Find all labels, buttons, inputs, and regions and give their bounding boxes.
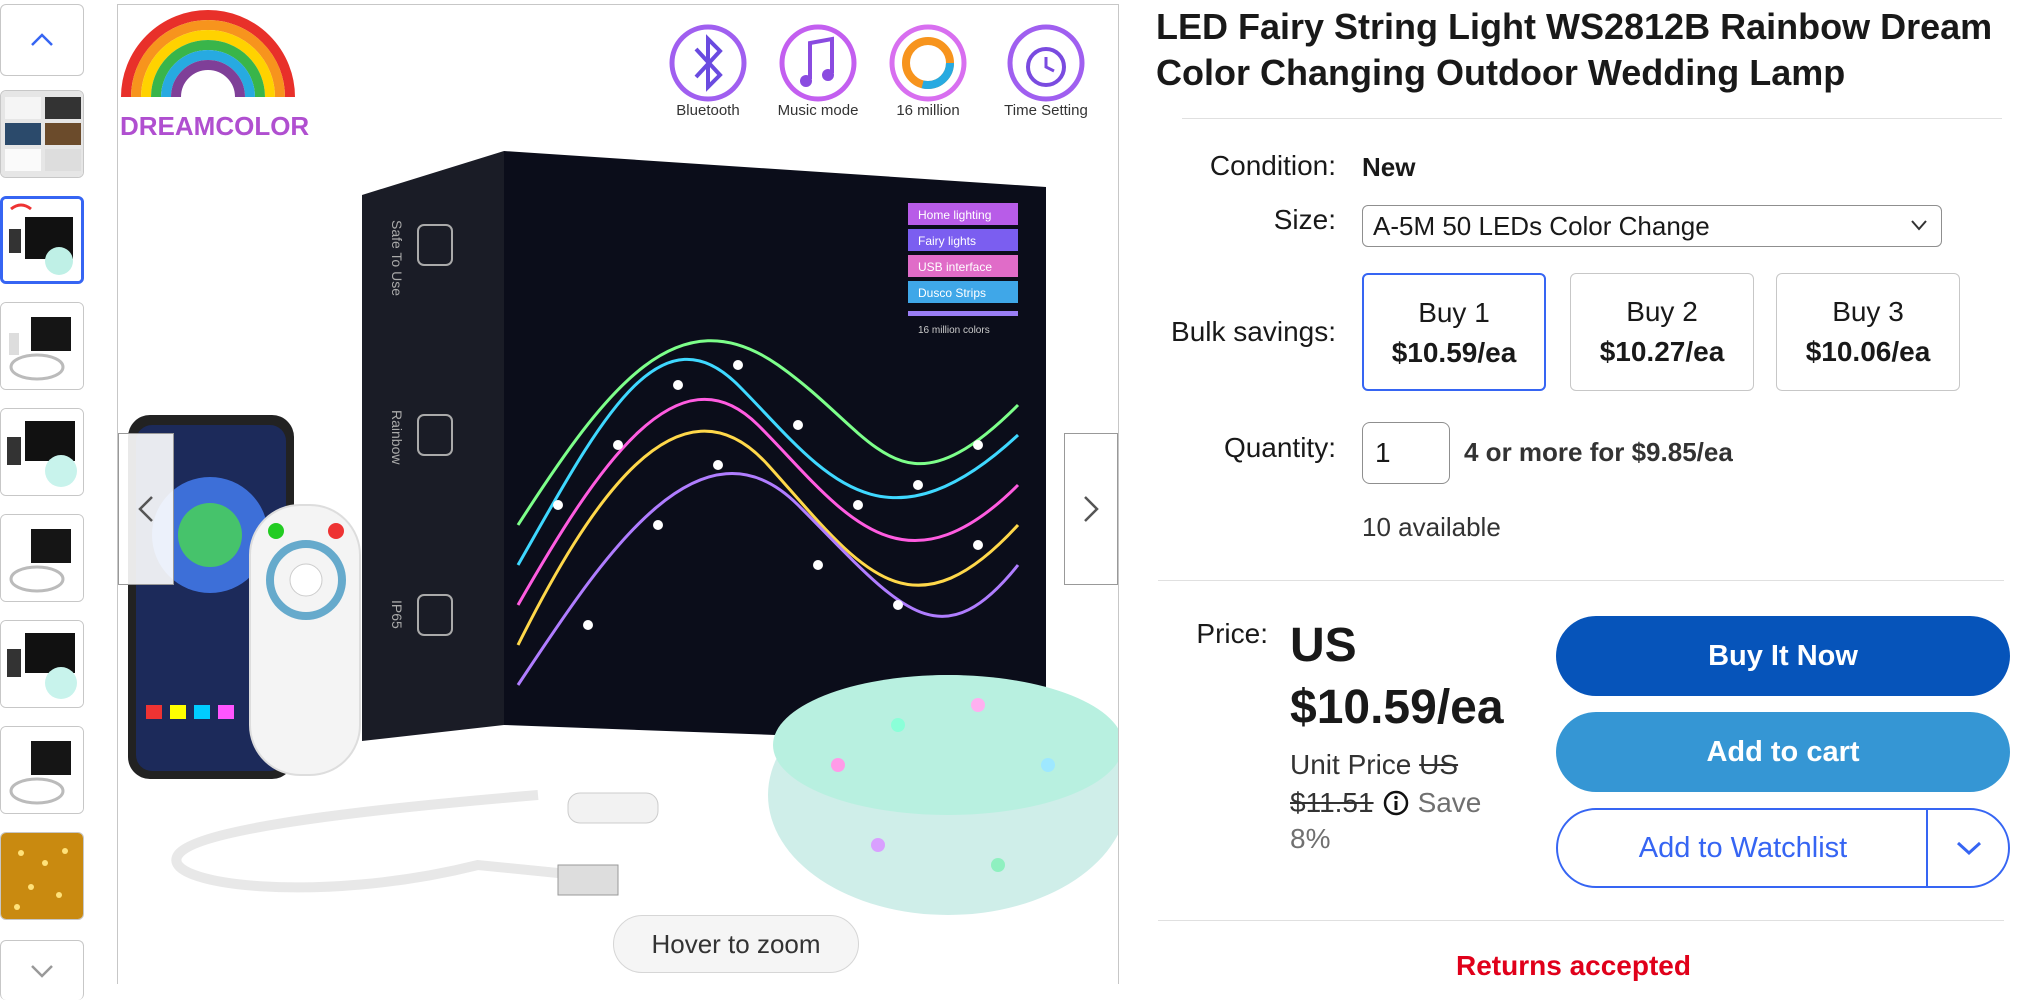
bulk-option-title: Buy 3 — [1832, 296, 1904, 327]
thumbnail-5[interactable] — [0, 514, 84, 602]
box-tag-caption: 16 million colors — [918, 325, 990, 336]
price-currency: US — [1290, 619, 1357, 672]
feature-bluetooth: Bluetooth — [676, 102, 739, 119]
bulk-option-buy-3[interactable]: Buy 3 $10.06/ea — [1776, 273, 1960, 391]
unit-price-label: Unit Price — [1290, 749, 1412, 780]
thumbnail-3[interactable] — [0, 302, 84, 390]
save-text: Save — [1417, 787, 1482, 818]
chevron-down-icon — [31, 964, 53, 978]
quantity-input[interactable]: 1 — [1362, 422, 1450, 484]
thumbnail-4[interactable] — [0, 408, 84, 496]
box-tag-fairy: Fairy lights — [918, 234, 976, 248]
thumbnail-6[interactable] — [0, 620, 84, 708]
listing-title: LED Fairy String Light WS2812B Rainbow D… — [1156, 6, 1993, 93]
size-select[interactable]: A-5M 50 LEDs Color Change — [1362, 205, 1942, 247]
condition-label: Condition: — [1209, 150, 1336, 181]
thumbnail-8[interactable] — [0, 832, 84, 920]
divider — [1926, 810, 1928, 886]
was-price-line: $11.51 Save — [1290, 784, 1481, 822]
bulk-option-price: $10.06/ea — [1805, 336, 1931, 367]
divider — [1158, 580, 2004, 581]
bulk-option-buy-2[interactable]: Buy 2 $10.27/ea — [1570, 273, 1754, 391]
box-side-ip65: IP65 — [389, 600, 405, 629]
main-product-image[interactable]: DREAMCOLOR Bluetooth Music mode 16 milli… — [117, 4, 1119, 984]
chevron-left-icon — [138, 496, 153, 522]
box-side-safe: Safe To Use — [389, 220, 405, 296]
dreamcolor-logo — [121, 10, 295, 98]
info-icon[interactable] — [1382, 789, 1410, 817]
remote-image — [249, 504, 361, 776]
feature-16-million: 16 million — [896, 102, 959, 119]
thumbnail-scroll-up-button[interactable] — [0, 4, 84, 76]
unit-price-line: Unit Price US — [1290, 746, 1458, 784]
box-side-rainbow: Rainbow — [389, 410, 405, 465]
box-tag-usb: USB interface — [918, 260, 992, 274]
usb-cable — [171, 790, 579, 893]
quantity-offer: 4 or more for $9.85/ea — [1464, 437, 1733, 467]
music-note-icon — [779, 24, 857, 102]
divider — [1182, 118, 2002, 119]
feature-time-setting: Time Setting — [1004, 102, 1088, 119]
size-label: Size: — [1273, 204, 1336, 235]
bluetooth-icon — [669, 24, 747, 102]
save-percent: 8% — [1290, 823, 1331, 854]
box-tag-home: Home lighting — [918, 208, 991, 222]
feature-music-mode: Music mode — [778, 102, 859, 119]
thumbnail-2[interactable] — [0, 196, 84, 284]
previous-image-button[interactable] — [118, 433, 174, 585]
buy-it-now-button[interactable]: Buy It Now — [1556, 616, 2010, 696]
thumbnail-1[interactable] — [0, 90, 84, 178]
thumbnail-7[interactable] — [0, 726, 84, 814]
product-photo: DREAMCOLOR Bluetooth Music mode 16 milli… — [120, 10, 1118, 915]
usb-plug — [557, 864, 619, 896]
bulk-option-price: $10.59/ea — [1391, 337, 1517, 368]
string-light-coil — [768, 675, 1118, 915]
price-value: $10.59/ea — [1290, 681, 1504, 734]
bulk-option-price: $10.27/ea — [1599, 336, 1725, 367]
bulk-savings-label: Bulk savings: — [1171, 316, 1336, 347]
was-currency: US — [1419, 749, 1459, 780]
chevron-up-icon — [31, 33, 53, 46]
divider — [1158, 920, 2004, 921]
alarm-clock-icon — [1007, 24, 1085, 102]
listing-panel: LED Fairy String Light WS2812B Rainbow D… — [1156, 0, 2028, 984]
watchlist-label: Add to Watchlist — [1638, 831, 1848, 864]
color-wheel-icon — [889, 24, 967, 102]
returns-accepted: Returns accepted — [1456, 950, 1691, 981]
price-label: Price: — [1196, 618, 1268, 649]
cable-controller — [567, 792, 659, 824]
thumbnail-rail — [0, 0, 86, 1000]
box-tag-strips: Dusco Strips — [918, 286, 986, 300]
condition-value: New — [1362, 152, 1416, 182]
watchlist-menu-button[interactable] — [1930, 810, 2008, 886]
add-to-cart-button[interactable]: Add to cart — [1556, 712, 2010, 792]
was-price: $11.51 — [1290, 787, 1374, 818]
brand-logo-text: DREAMCOLOR — [120, 111, 309, 141]
chevron-down-icon — [1911, 220, 1927, 231]
size-select-value: A-5M 50 LEDs Color Change — [1373, 210, 1710, 241]
bulk-option-buy-1[interactable]: Buy 1 $10.59/ea — [1362, 273, 1546, 391]
add-to-watchlist-button[interactable]: Add to Watchlist — [1556, 808, 2010, 888]
bulk-option-title: Buy 2 — [1626, 296, 1698, 327]
quantity-label: Quantity: — [1223, 432, 1336, 463]
hover-to-zoom-hint: Hover to zoom — [613, 915, 859, 973]
bulk-option-title: Buy 1 — [1418, 297, 1490, 328]
available-count: 10 available — [1362, 512, 1501, 542]
thumbnail-scroll-down-button[interactable] — [0, 940, 84, 1000]
chevron-right-icon — [1084, 496, 1099, 522]
next-image-button[interactable] — [1064, 433, 1118, 585]
chevron-down-icon — [1956, 841, 1982, 856]
